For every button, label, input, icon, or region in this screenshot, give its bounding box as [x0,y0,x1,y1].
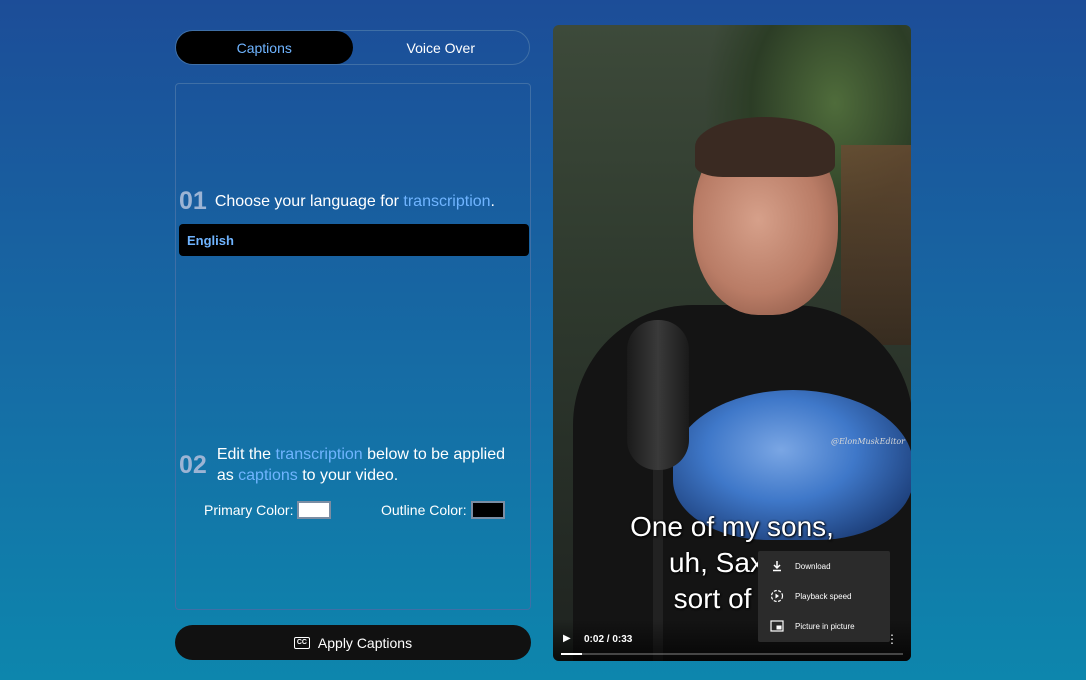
step-2-text-part1: Edit the [216,446,276,463]
step-1-number: 01 [179,187,207,215]
step-2-highlight-1: transcription [275,446,363,463]
step-1-highlight: transcription [403,192,491,210]
step-2: 02 Edit the transcription below to be ap… [179,444,507,486]
menu-item-picture-in-picture[interactable]: Picture in picture [758,611,890,641]
menu-item-label: Download [795,561,831,571]
video-time: 0:02 / 0:33 [584,634,633,645]
menu-item-label: Picture in picture [795,621,855,631]
apply-captions-label: Apply Captions [317,634,413,651]
step-2-text: Edit the transcription below to be appli… [217,444,507,486]
primary-color-row: Primary Color: [204,501,332,519]
primary-color-label: Primary Color: [204,502,294,518]
download-icon [770,560,784,572]
captions-panel: 01 Choose your language for transcriptio… [175,83,531,610]
language-select[interactable]: English [179,224,529,256]
tab-voice-over[interactable]: Voice Over [353,31,530,64]
menu-item-playback-speed[interactable]: Playback speed [758,581,890,611]
step-2-text-part3: to your video. [297,467,399,484]
caption-line: One of my sons, [630,511,834,542]
video-options-menu: Download Playback speed Picture in pictu… [758,551,890,642]
step-1-text: Choose your language for transcription. [215,193,495,211]
outline-color-label: Outline Color: [381,502,467,518]
outline-color-swatch[interactable] [470,501,505,519]
step-1-text-before: Choose your language for [214,192,404,210]
mode-tabs: Captions Voice Over [175,30,530,65]
video-progress-fill [561,653,582,655]
apply-captions-button[interactable]: CC Apply Captions [175,625,531,660]
playback-speed-icon [770,589,784,603]
step-2-highlight-2: captions [238,467,298,484]
language-selected-value: English [187,232,234,248]
step-1-text-after: . [490,192,495,210]
primary-color-swatch[interactable] [297,501,332,519]
video-person-hair [695,117,835,177]
play-icon[interactable]: ▶ [563,633,571,644]
step-2-number: 02 [179,450,207,479]
menu-item-label: Playback speed [795,591,852,601]
video-background-shelf [841,145,911,345]
menu-item-download[interactable]: Download [758,551,890,581]
video-progress-bar[interactable] [561,653,903,655]
video-watermark: @ElonMuskEditor [830,437,905,446]
picture-in-picture-icon [770,620,784,632]
step-1: 01 Choose your language for transcriptio… [179,187,495,216]
cc-icon: CC [293,636,310,649]
outline-color-row: Outline Color: [381,501,505,519]
tab-captions[interactable]: Captions [176,31,353,64]
video-microphone [627,320,689,470]
